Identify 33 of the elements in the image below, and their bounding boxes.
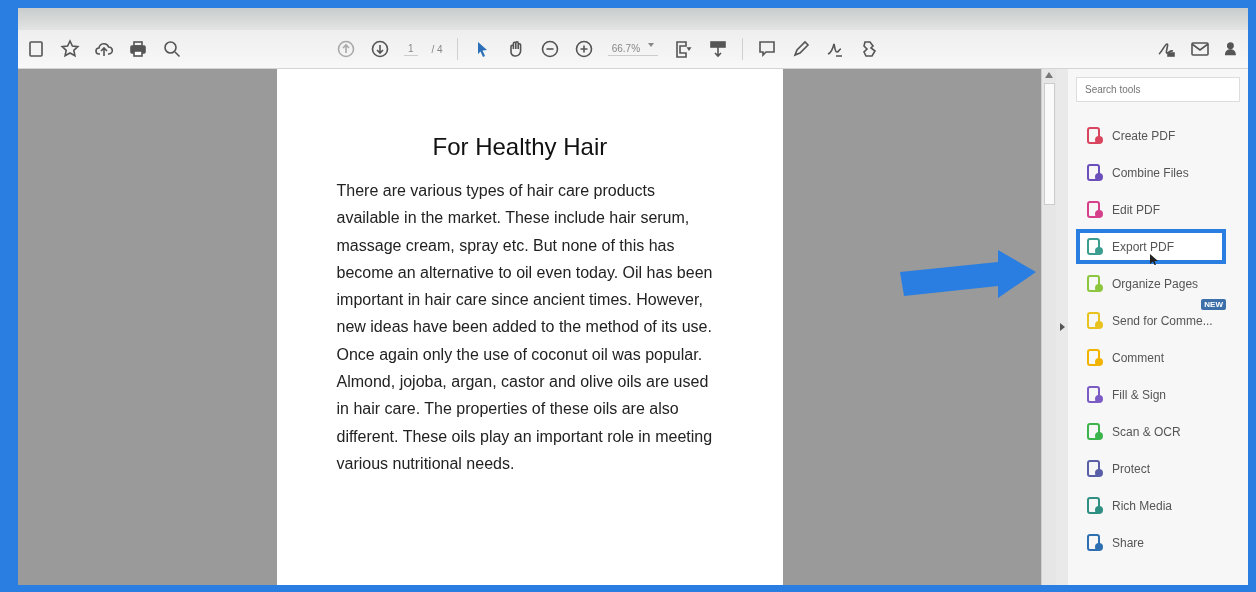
pen-icon[interactable] — [791, 39, 812, 59]
collapse-panel-icon[interactable] — [1059, 323, 1065, 331]
tool-item[interactable]: Organize Pages — [1076, 266, 1226, 301]
tool-item[interactable]: Rich Media — [1076, 488, 1226, 523]
document-title: For Healthy Hair — [432, 133, 609, 161]
mouse-cursor-icon — [1150, 254, 1158, 265]
tool-item[interactable]: Comment — [1076, 340, 1226, 375]
tool-item[interactable]: Fill & Sign — [1076, 377, 1226, 412]
document-icon[interactable] — [26, 39, 46, 59]
scroll-thumb[interactable] — [1044, 83, 1055, 205]
scrollbar[interactable] — [1041, 69, 1056, 585]
print-icon[interactable] — [128, 39, 148, 59]
search-tools-field[interactable]: Search tools — [1076, 77, 1240, 102]
new-badge: NEW — [1201, 299, 1226, 310]
document-paragraph: There are various types of hair care products available in the market. These include hair serum, massage cream, spray etc. But none of this has become an alternative to oil even today. Oil has been important in hair care since ancient times. However, new ideas have been added to the method of its use. Once again only the use of coconut oil was popular. Almond, jojoba, argan, castor and olive oils are used in hair care. The properties of these oils are also different. These oils play an important role in meeting various nutritional needs. — [336, 181, 714, 474]
scroll-up-icon[interactable] — [1045, 72, 1053, 78]
tool-item[interactable]: Share — [1076, 525, 1226, 560]
zoom-in-icon[interactable] — [573, 39, 594, 59]
next-page-icon[interactable] — [370, 39, 390, 59]
tool-item[interactable]: Combine Files — [1076, 155, 1226, 190]
tool-item[interactable]: Protect — [1076, 451, 1226, 486]
mail-icon[interactable] — [1190, 39, 1210, 59]
page-count: / 4 — [431, 43, 443, 55]
caret-icon — [648, 43, 655, 47]
tool-item[interactable]: Scan & OCR — [1076, 414, 1226, 449]
tool-item[interactable]: Create PDF — [1076, 118, 1226, 153]
tool-item[interactable]: Export PDF — [1076, 229, 1226, 264]
tool-item[interactable]: Edit PDF — [1076, 192, 1226, 227]
search-icon[interactable] — [162, 39, 182, 59]
scroll-mode-icon[interactable] — [708, 39, 729, 59]
zoom-out-icon[interactable] — [539, 39, 560, 59]
star-icon[interactable] — [60, 39, 80, 59]
comment-icon[interactable] — [757, 39, 778, 59]
